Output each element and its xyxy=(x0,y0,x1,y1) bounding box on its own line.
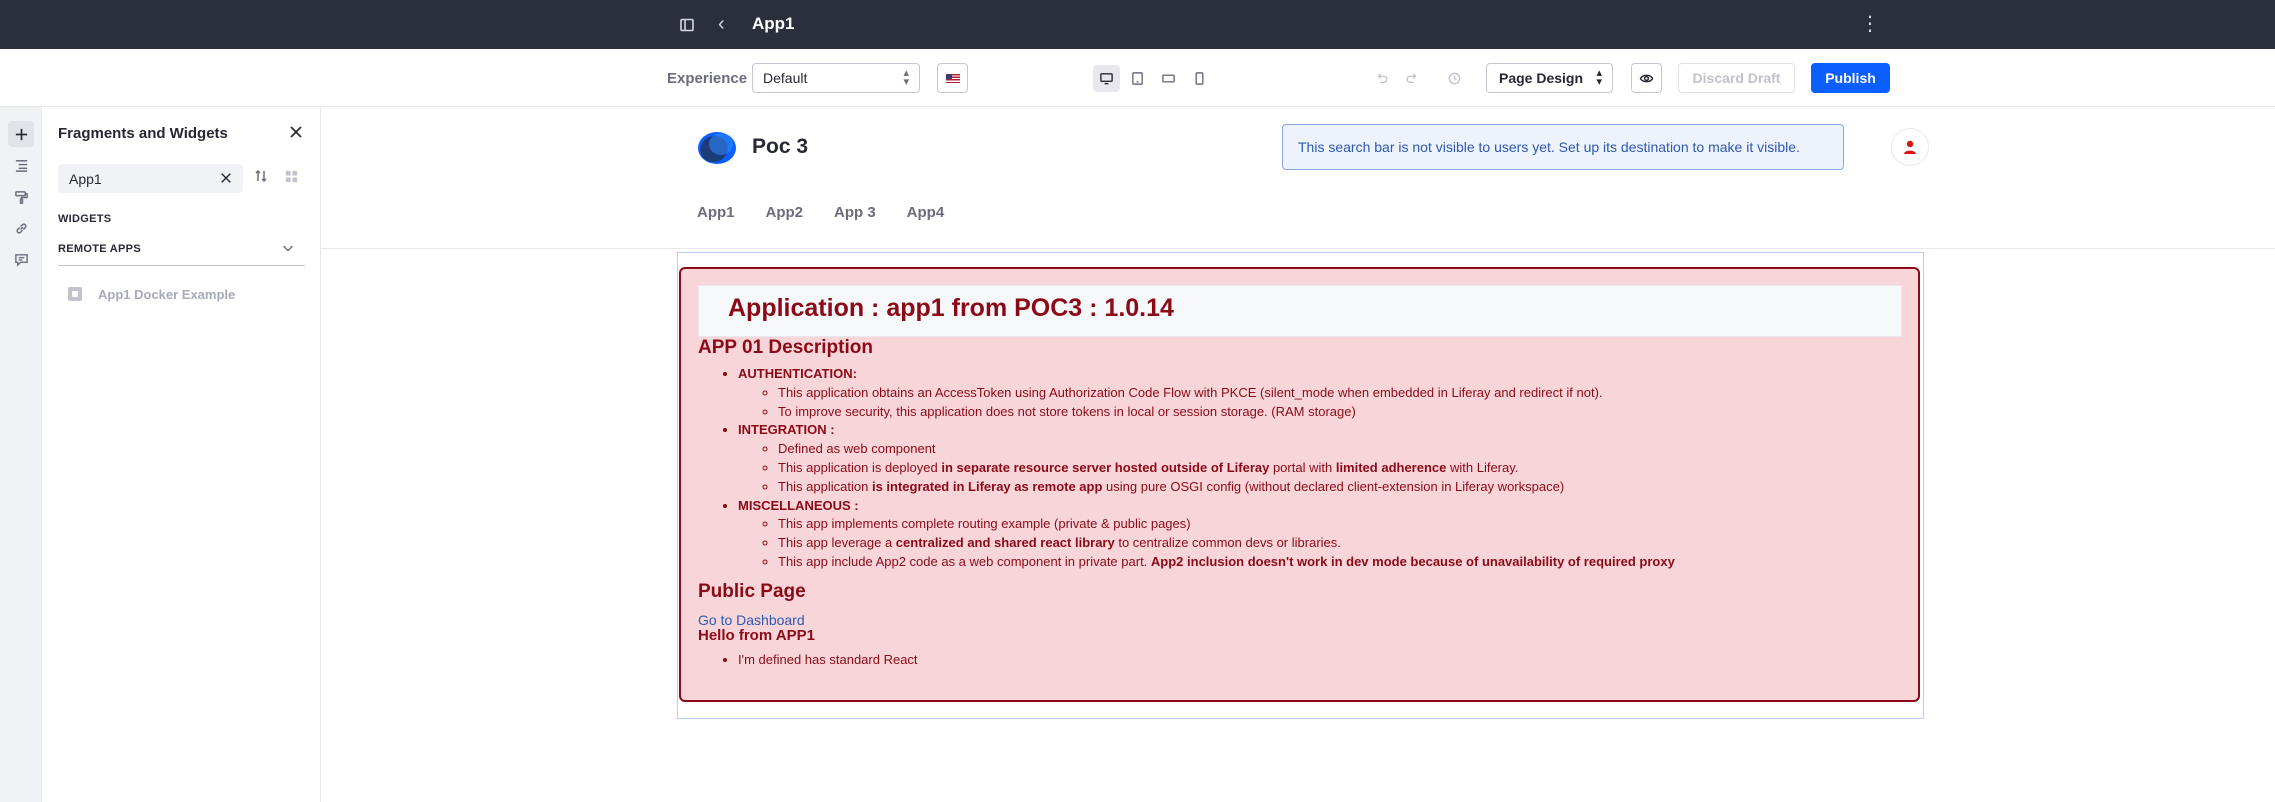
nav-item-app1[interactable]: App1 xyxy=(697,204,735,221)
remote-app-container: Application : app1 from POC3 : 1.0.14 AP… xyxy=(679,267,1920,702)
page-title: App1 xyxy=(752,14,795,33)
experience-label: Experience xyxy=(667,70,748,87)
clear-search-icon[interactable] xyxy=(219,171,233,185)
auth-heading: AUTHENTICATION: xyxy=(738,366,857,381)
site-name: Poc 3 xyxy=(752,135,809,158)
experience-select[interactable]: Default ▴ ▾ xyxy=(752,63,920,93)
remote-apps-label: REMOTE APPS xyxy=(58,243,141,255)
public-page-title: Public Page xyxy=(698,581,806,602)
list-item: To improve security, this application do… xyxy=(778,403,1888,422)
list-item: MISCELLANEOUS : This app implements comp… xyxy=(738,497,1888,572)
sidebar-rail xyxy=(0,107,42,802)
list-item: This application is integrated in Lifera… xyxy=(778,478,1888,497)
widget-item-label: App1 Docker Example xyxy=(98,286,236,302)
card-view-icon[interactable] xyxy=(284,169,302,187)
add-fragments-button[interactable] xyxy=(8,121,34,147)
list-item: Defined as web component xyxy=(778,440,1888,459)
language-selector-button[interactable] xyxy=(937,63,968,93)
plus-icon xyxy=(15,128,27,140)
user-personal-bar[interactable] xyxy=(1891,128,1929,166)
comments-button[interactable] xyxy=(8,246,34,272)
list-item: INTEGRATION : Defined as web component T… xyxy=(738,421,1888,496)
portrait-viewport-button[interactable] xyxy=(1186,65,1213,92)
site-navigation: App1 App2 App 3 App4 xyxy=(697,204,975,221)
go-to-dashboard-link[interactable]: Go to Dashboard xyxy=(698,612,805,628)
page-design-select[interactable]: Page Design ▴ ▾ xyxy=(1486,63,1613,93)
list-item: I'm defined has standard React xyxy=(738,652,918,667)
page-canvas: Poc 3 This search bar is not visible to … xyxy=(321,107,2275,802)
list-item: This application is deployed in separate… xyxy=(778,459,1888,478)
list-item: AUTHENTICATION: This application obtains… xyxy=(738,365,1888,421)
app-description-title: APP 01 Description xyxy=(698,337,873,358)
experience-select-value: Default xyxy=(763,70,808,86)
undo-icon[interactable] xyxy=(1370,66,1394,90)
app-title: Application : app1 from POC3 : 1.0.14 xyxy=(728,294,1174,322)
link-icon xyxy=(15,222,27,234)
select-caret-icon: ▴ ▾ xyxy=(1596,67,1602,88)
viewport-selector xyxy=(1093,65,1213,92)
us-flag-icon xyxy=(946,74,960,83)
site-header: Poc 3 This search bar is not visible to … xyxy=(321,107,2275,249)
history-icon[interactable] xyxy=(1442,66,1466,90)
page-structure-icon xyxy=(15,159,27,172)
fragments-panel: Fragments and Widgets App1 WIDGETS REMOT… xyxy=(42,107,321,802)
page-design-options-button[interactable] xyxy=(8,184,34,210)
kebab-menu-icon[interactable]: ⋮ xyxy=(1860,14,1880,34)
mobile-landscape-icon xyxy=(1162,74,1175,83)
widget-icon xyxy=(68,287,82,301)
description-list: AUTHENTICATION: This application obtains… xyxy=(738,365,1888,572)
panel-title: Fragments and Widgets xyxy=(58,125,228,142)
nav-item-app3[interactable]: App 3 xyxy=(834,204,876,221)
nav-item-app2[interactable]: App2 xyxy=(766,204,804,221)
page-design-value: Page Design xyxy=(1499,70,1584,86)
site-logo-icon xyxy=(698,132,736,164)
control-menu: ‹ App1 ⋮ xyxy=(0,0,2275,49)
widgets-section-label: WIDGETS xyxy=(58,213,112,225)
mobile-portrait-icon xyxy=(1195,72,1204,85)
list-item: This app leverage a centralized and shar… xyxy=(778,534,1888,553)
sort-icon[interactable] xyxy=(253,168,273,188)
misc-heading: MISCELLANEOUS : xyxy=(738,497,859,513)
search-value: App1 xyxy=(69,171,102,187)
hello-heading: Hello from APP1 xyxy=(698,627,815,644)
redo-icon[interactable] xyxy=(1400,66,1424,90)
publish-button[interactable]: Publish xyxy=(1811,63,1890,93)
nav-item-app4[interactable]: App4 xyxy=(907,204,945,221)
back-icon[interactable]: ‹ xyxy=(718,14,736,34)
sidebar-toggle-icon[interactable] xyxy=(678,16,696,34)
tablet-icon xyxy=(1132,72,1143,85)
paint-roller-icon xyxy=(14,190,28,204)
list-item: This app implements complete routing exa… xyxy=(778,515,1888,534)
remote-apps-collapse[interactable]: REMOTE APPS xyxy=(58,243,305,266)
preview-button[interactable] xyxy=(1631,63,1662,93)
widget-item-app1-docker-example[interactable]: App1 Docker Example xyxy=(68,284,235,304)
search-bar-alert: This search bar is not visible to users … xyxy=(1282,124,1844,170)
integration-heading: INTEGRATION : xyxy=(738,422,835,438)
search-input[interactable]: App1 xyxy=(58,164,243,193)
eye-icon xyxy=(1639,74,1654,82)
discard-draft-button[interactable]: Discard Draft xyxy=(1678,63,1795,93)
app-header: Application : app1 from POC3 : 1.0.14 xyxy=(698,285,1902,337)
desktop-icon xyxy=(1100,73,1113,85)
close-icon[interactable] xyxy=(288,124,306,142)
desktop-viewport-button[interactable] xyxy=(1093,65,1120,92)
list-item: This application obtains an AccessToken … xyxy=(778,384,1888,403)
comments-icon xyxy=(14,253,28,267)
tablet-viewport-button[interactable] xyxy=(1124,65,1151,92)
hello-list: I'm defined has standard React xyxy=(738,652,918,667)
mapping-button[interactable] xyxy=(8,215,34,241)
chevron-down-icon xyxy=(281,241,295,255)
select-caret-icon: ▴ ▾ xyxy=(903,67,909,88)
landscape-viewport-button[interactable] xyxy=(1155,65,1182,92)
browser-button[interactable] xyxy=(8,152,34,178)
user-icon xyxy=(1904,140,1916,154)
list-item: This app include App2 code as a web comp… xyxy=(778,553,1888,572)
